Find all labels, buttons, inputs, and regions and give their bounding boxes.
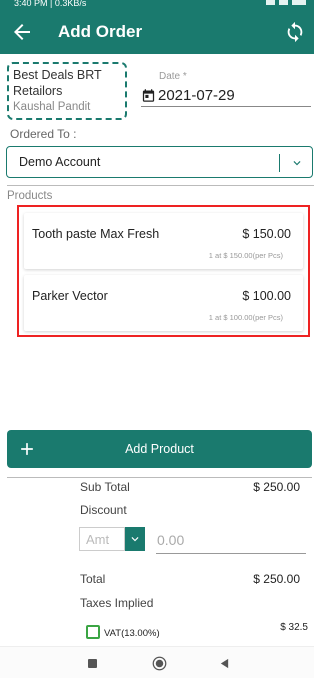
status-bar-text: 3:40 PM | 0.3KB/s bbox=[14, 0, 87, 8]
app-bar: Add Order bbox=[0, 10, 314, 54]
add-product-label: Add Product bbox=[125, 442, 194, 456]
customer-card[interactable]: Best Deals BRT Retailors Kaushal Pandit bbox=[7, 62, 127, 120]
date-value: 2021-07-29 bbox=[158, 87, 235, 104]
vat-checkbox[interactable] bbox=[86, 625, 100, 639]
vat-value: $ 32.5 bbox=[280, 622, 308, 633]
date-label: Date * bbox=[159, 71, 187, 82]
ordered-to-value: Demo Account bbox=[19, 155, 101, 169]
discount-input[interactable]: 0.00 bbox=[156, 532, 306, 554]
product-item[interactable]: Tooth paste Max Fresh $ 150.00 1 at $ 15… bbox=[24, 213, 303, 269]
total-value: $ 250.00 bbox=[253, 572, 300, 586]
customer-name: Best Deals BRT Retailors bbox=[13, 68, 102, 98]
date-field[interactable]: 2021-07-29 bbox=[141, 85, 311, 107]
customer-person: Kaushal Pandit bbox=[13, 101, 91, 113]
page-title: Add Order bbox=[58, 22, 143, 41]
chevron-down-icon[interactable] bbox=[290, 156, 304, 170]
product-detail: 1 at $ 150.00(per Pcs) bbox=[208, 251, 283, 260]
discount-label: Discount bbox=[80, 503, 127, 517]
battery-icon bbox=[292, 0, 306, 5]
vat-label: VAT(13.00%) bbox=[104, 628, 160, 639]
ordered-to-label: Ordered To : bbox=[10, 127, 77, 141]
back-triangle-icon[interactable] bbox=[219, 658, 230, 669]
ordered-to-select[interactable]: Demo Account bbox=[6, 146, 313, 178]
products-label: Products bbox=[7, 185, 314, 202]
discount-type-select[interactable]: Amt bbox=[79, 527, 125, 551]
summary-divider bbox=[7, 477, 312, 478]
products-list: Tooth paste Max Fresh $ 150.00 1 at $ 15… bbox=[17, 205, 310, 337]
select-divider bbox=[279, 154, 280, 172]
chevron-down-icon bbox=[131, 537, 139, 542]
product-detail: 1 at $ 100.00(per Pcs) bbox=[208, 313, 283, 322]
home-circle-icon[interactable] bbox=[152, 656, 167, 671]
square-icon[interactable] bbox=[88, 659, 97, 668]
status-icons bbox=[266, 0, 306, 5]
navigation-bar bbox=[0, 646, 314, 678]
status-bar: 3:40 PM | 0.3KB/s bbox=[0, 0, 314, 10]
product-amount: $ 150.00 bbox=[242, 227, 291, 241]
product-name: Parker Vector bbox=[32, 289, 108, 303]
add-product-button[interactable]: Add Product bbox=[7, 430, 312, 468]
calendar-icon bbox=[142, 89, 155, 102]
signal-icon bbox=[266, 0, 275, 5]
product-item[interactable]: Parker Vector $ 100.00 1 at $ 100.00(per… bbox=[24, 275, 303, 331]
taxes-label: Taxes Implied bbox=[80, 596, 154, 610]
product-amount: $ 100.00 bbox=[242, 289, 291, 303]
product-name: Tooth paste Max Fresh bbox=[32, 227, 160, 241]
wifi-icon bbox=[279, 0, 288, 5]
discount-type-value: Amt bbox=[86, 532, 110, 547]
sub-total-label: Sub Total bbox=[80, 480, 130, 494]
discount-dropdown-button[interactable] bbox=[125, 527, 145, 551]
sync-icon[interactable] bbox=[284, 21, 306, 43]
total-label: Total bbox=[80, 572, 106, 586]
back-arrow-icon[interactable] bbox=[10, 20, 34, 44]
sub-total-value: $ 250.00 bbox=[253, 480, 300, 494]
